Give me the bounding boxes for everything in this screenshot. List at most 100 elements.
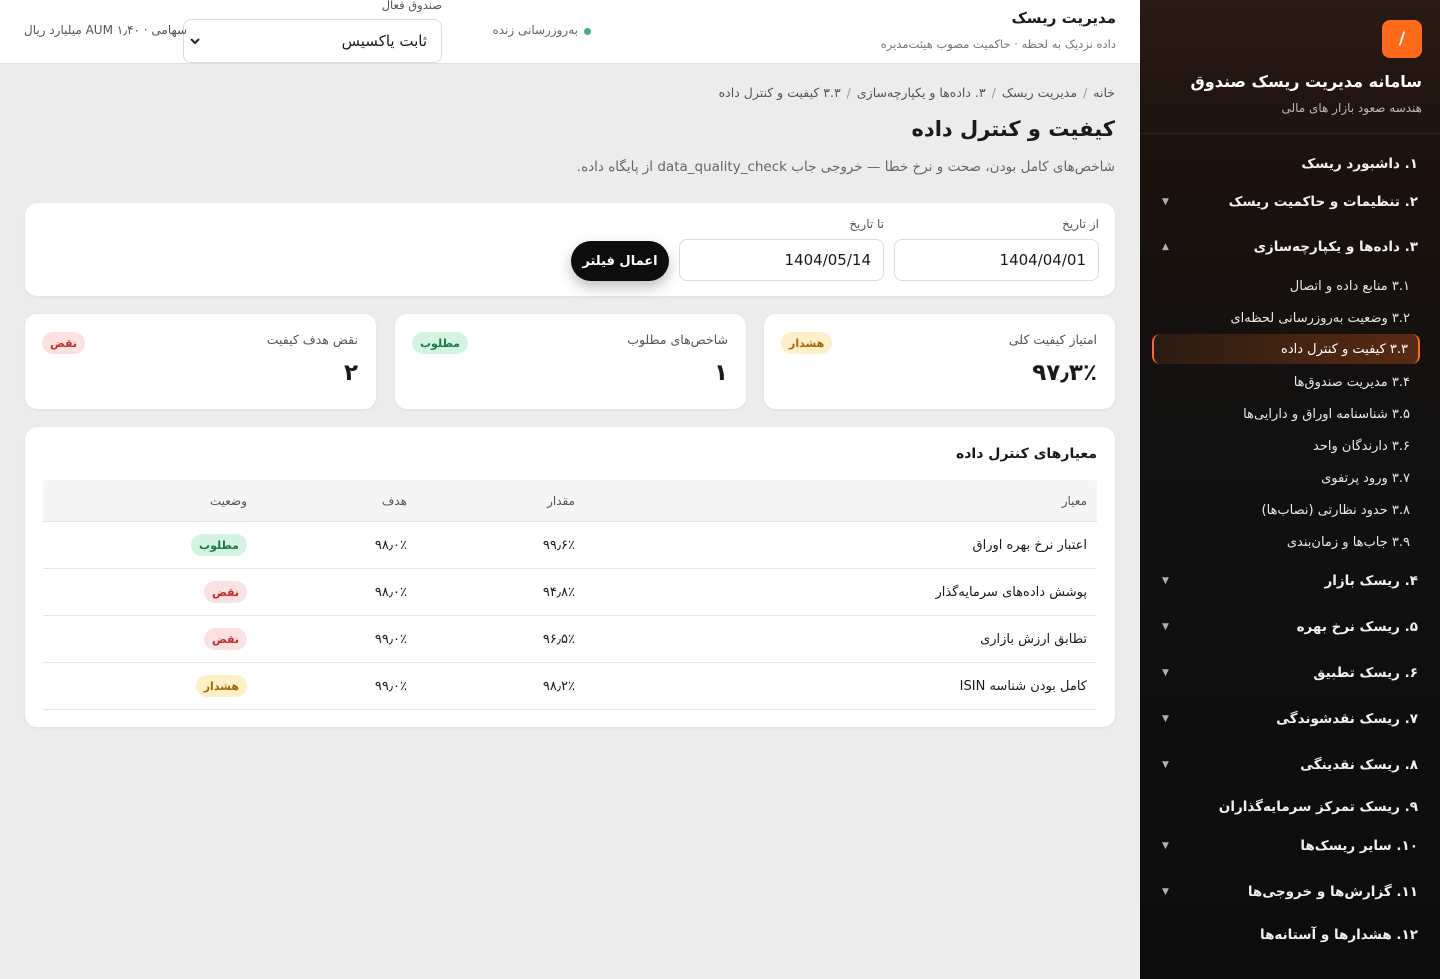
sidebar-subitem-label: ۳.۴ مدیریت صندوق‌ها	[1293, 374, 1410, 390]
column-header-target: هدف	[381, 493, 407, 508]
from-date-label: از تاریخ	[1062, 217, 1099, 231]
chevron-down-icon: ▼	[1162, 622, 1169, 632]
sidebar-item-data[interactable]: ۳. داده‌ها و یکپارچه‌سازی ▲	[1162, 236, 1418, 258]
sidebar-subitem-quality-active[interactable]: ۳.۳ کیفیت و کنترل داده	[1152, 334, 1420, 364]
metric-status: نقض	[203, 616, 247, 662]
breadcrumb: خانه / مدیریت ریسک / ۳. داده‌ها و یکپارچ…	[719, 85, 1115, 100]
metric-status: مطلوب	[191, 522, 247, 568]
breadcrumb-risk[interactable]: مدیریت ریسک	[1002, 85, 1077, 100]
apply-filter-button[interactable]: اعمال فیلتر	[571, 241, 669, 281]
brand-logo: /	[1382, 20, 1422, 58]
brand-title: سامانه مدیریت ریسک صندوق	[1190, 72, 1423, 91]
sidebar-item-alerts[interactable]: ۱۲. هشدارها و آستانه‌ها	[1162, 924, 1418, 946]
sidebar-item-label: ۲. تنظیمات و حاکمیت ریسک	[1228, 194, 1418, 210]
sidebar-item-settings[interactable]: ۲. تنظیمات و حاکمیت ریسک ▼	[1162, 191, 1418, 213]
to-date-input[interactable]: 1404/05/14	[679, 239, 884, 281]
sidebar-subitem-funds[interactable]: ۳.۴ مدیریت صندوق‌ها	[1160, 371, 1410, 393]
kpi-card-good-metrics: شاخص‌های مطلوب ۱ مطلوب	[395, 314, 746, 409]
breadcrumb-home[interactable]: خانه	[1093, 85, 1115, 100]
sidebar-subitem-label: ۳.۷ ورود پرتفوی	[1321, 470, 1410, 486]
sidebar-subitem-label: ۳.۶ دارندگان واحد	[1313, 438, 1410, 454]
sidebar-subitem-jobs[interactable]: ۳.۹ جاب‌ها و زمان‌بندی	[1160, 531, 1410, 553]
brand-subtitle: هندسه صعود بازار های مالی	[1281, 101, 1422, 115]
sidebar-subitem-holders[interactable]: ۳.۶ دارندگان واحد	[1160, 435, 1410, 457]
sidebar-subitem-realtime[interactable]: ۳.۲ وضعیت به‌روزرسانی لحظه‌ای	[1160, 307, 1410, 329]
status-badge: نقض	[42, 332, 86, 354]
sidebar-item-marketability-risk[interactable]: ۷. ریسک نقدشوندگی ▼	[1162, 708, 1418, 730]
table-row: اعتبار نرخ بهره اوراق ۹۹٫۶٪ ۹۸٫۰٪ مطلوب	[43, 522, 1097, 569]
sidebar-subitem-securities[interactable]: ۳.۵ شناسنامه اوراق و دارایی‌ها	[1160, 403, 1410, 425]
sidebar-item-reports[interactable]: ۱۱. گزارش‌ها و خروجی‌ها ▼	[1162, 881, 1418, 903]
kpi-label: امتیاز کیفیت کلی	[1008, 332, 1097, 347]
sidebar-subitem-limits[interactable]: ۳.۸ حدود نظارتی (نصاب‌ها)	[1160, 499, 1410, 521]
chevron-down-icon: ▼	[1162, 760, 1169, 770]
sidebar-subitem-label: ۳.۵ شناسنامه اوراق و دارایی‌ها	[1243, 406, 1410, 422]
status-badge: هشدار	[195, 675, 247, 697]
metric-name: پوشش داده‌های سرمایه‌گذار	[935, 584, 1087, 600]
sidebar-item-label: ۱۱. گزارش‌ها و خروجی‌ها	[1247, 884, 1418, 900]
live-status-dot-icon	[584, 28, 591, 35]
breadcrumb-separator: /	[1083, 85, 1088, 100]
topbar-title: مدیریت ریسک	[1011, 9, 1116, 27]
live-status-label: به‌روزرسانی زنده	[492, 23, 578, 37]
sidebar-subitem-label: ۳.۱ منابع داده و اتصال	[1289, 278, 1410, 294]
table-row: تطابق ارزش بازاری ۹۶٫۵٪ ۹۹٫۰٪ نقض	[43, 616, 1097, 663]
sidebar-item-liquidity-risk[interactable]: ۸. ریسک نقدینگی ▼	[1162, 754, 1418, 776]
chevron-down-icon: ▼	[1162, 714, 1169, 724]
kpi-card-overall-score: امتیاز کیفیت کلی ۹۷٫۳٪ هشدار	[764, 314, 1115, 409]
status-badge: مطلوب	[412, 332, 468, 354]
sidebar-item-label: ۸. ریسک نقدینگی	[1300, 757, 1418, 773]
sidebar-subitem-label: ۳.۲ وضعیت به‌روزرسانی لحظه‌ای	[1230, 310, 1410, 326]
sidebar-subitem-portfolio[interactable]: ۳.۷ ورود پرتفوی	[1160, 467, 1410, 489]
sidebar-item-label: ۹. ریسک تمرکز سرمایه‌گذاران	[1218, 799, 1418, 815]
sidebar-item-label: ۱۲. هشدارها و آستانه‌ها	[1260, 927, 1418, 943]
page-description: شاخص‌های کامل بودن، صحت و نرخ خطا — خروج…	[576, 159, 1115, 175]
sidebar-item-label: ۵. ریسک نرخ بهره	[1296, 619, 1418, 635]
breadcrumb-separator: /	[991, 85, 996, 100]
fund-select-value: ثابت یاکسیس	[341, 32, 427, 50]
column-header-metric: معیار	[1061, 493, 1087, 508]
metric-status: نقض	[203, 569, 247, 615]
metric-value: ۹۴٫۸٪	[542, 584, 575, 600]
breadcrumb-data[interactable]: ۳. داده‌ها و یکپارچه‌سازی	[857, 85, 986, 100]
sidebar-item-market-risk[interactable]: ۴. ریسک بازار ▼	[1162, 570, 1418, 592]
sidebar-item-concentration-risk[interactable]: ۹. ریسک تمرکز سرمایه‌گذاران	[1162, 796, 1418, 818]
sidebar-item-dashboard[interactable]: ۱. داشبورد ریسک	[1162, 153, 1418, 175]
sidebar-subitem-sources[interactable]: ۳.۱ منابع داده و اتصال	[1160, 275, 1410, 297]
status-badge: مطلوب	[191, 534, 247, 556]
sidebar-item-other-risks[interactable]: ۱۰. سایر ریسک‌ها ▼	[1162, 835, 1418, 857]
sidebar-subitem-label: ۳.۸ حدود نظارتی (نصاب‌ها)	[1261, 502, 1410, 518]
chevron-down-icon	[188, 34, 202, 51]
sidebar-brand: / سامانه مدیریت ریسک صندوق هندسه صعود با…	[1140, 0, 1440, 134]
sidebar-item-label: ۶. ریسک تطبیق	[1313, 665, 1418, 681]
table-title: معیارهای کنترل داده	[955, 446, 1097, 462]
kpi-value: ۱	[713, 360, 728, 386]
sidebar-item-label: ۳. داده‌ها و یکپارچه‌سازی	[1253, 239, 1418, 255]
sidebar-item-label: ۱۰. سایر ریسک‌ها	[1300, 838, 1418, 854]
status-badge: نقض	[203, 628, 247, 650]
metric-target: ۹۹٫۰٪	[374, 678, 407, 694]
chevron-down-icon: ▼	[1162, 841, 1169, 851]
sidebar-item-label: ۴. ریسک بازار	[1324, 573, 1419, 589]
topbar-subtitle: داده نزدیک به لحظه · حاکمیت مصوب هیئت‌مد…	[880, 37, 1116, 51]
from-date-input[interactable]: 1404/04/01	[894, 239, 1099, 281]
chevron-down-icon: ▼	[1162, 887, 1169, 897]
kpi-value: ۲	[343, 360, 358, 386]
kpi-label: شاخص‌های مطلوب	[627, 332, 728, 347]
table-header-row: معیار مقدار هدف وضعیت	[43, 480, 1097, 522]
column-header-value: مقدار	[547, 493, 575, 508]
metric-value: ۹۹٫۶٪	[542, 537, 575, 553]
date-filter-card: از تاریخ 1404/04/01 تا تاریخ 1404/05/14 …	[25, 203, 1115, 296]
to-date-label: تا تاریخ	[849, 217, 884, 231]
chevron-up-icon: ▲	[1162, 242, 1169, 252]
fund-select-label: صندوق فعال	[381, 0, 442, 12]
chevron-down-icon: ▼	[1162, 668, 1169, 678]
data-control-table: معیار مقدار هدف وضعیت اعتبار نرخ بهره او…	[43, 480, 1097, 710]
metric-target: ۹۹٫۰٪	[374, 631, 407, 647]
breadcrumb-current: ۳.۳ کیفیت و کنترل داده	[718, 85, 841, 100]
fund-select[interactable]: ثابت یاکسیس	[183, 19, 442, 63]
sidebar-item-compliance-risk[interactable]: ۶. ریسک تطبیق ▼	[1162, 662, 1418, 684]
status-badge: هشدار	[781, 332, 833, 354]
sidebar-item-label: ۷. ریسک نقدشوندگی	[1276, 711, 1418, 727]
sidebar-item-interest-risk[interactable]: ۵. ریسک نرخ بهره ▼	[1162, 616, 1418, 638]
